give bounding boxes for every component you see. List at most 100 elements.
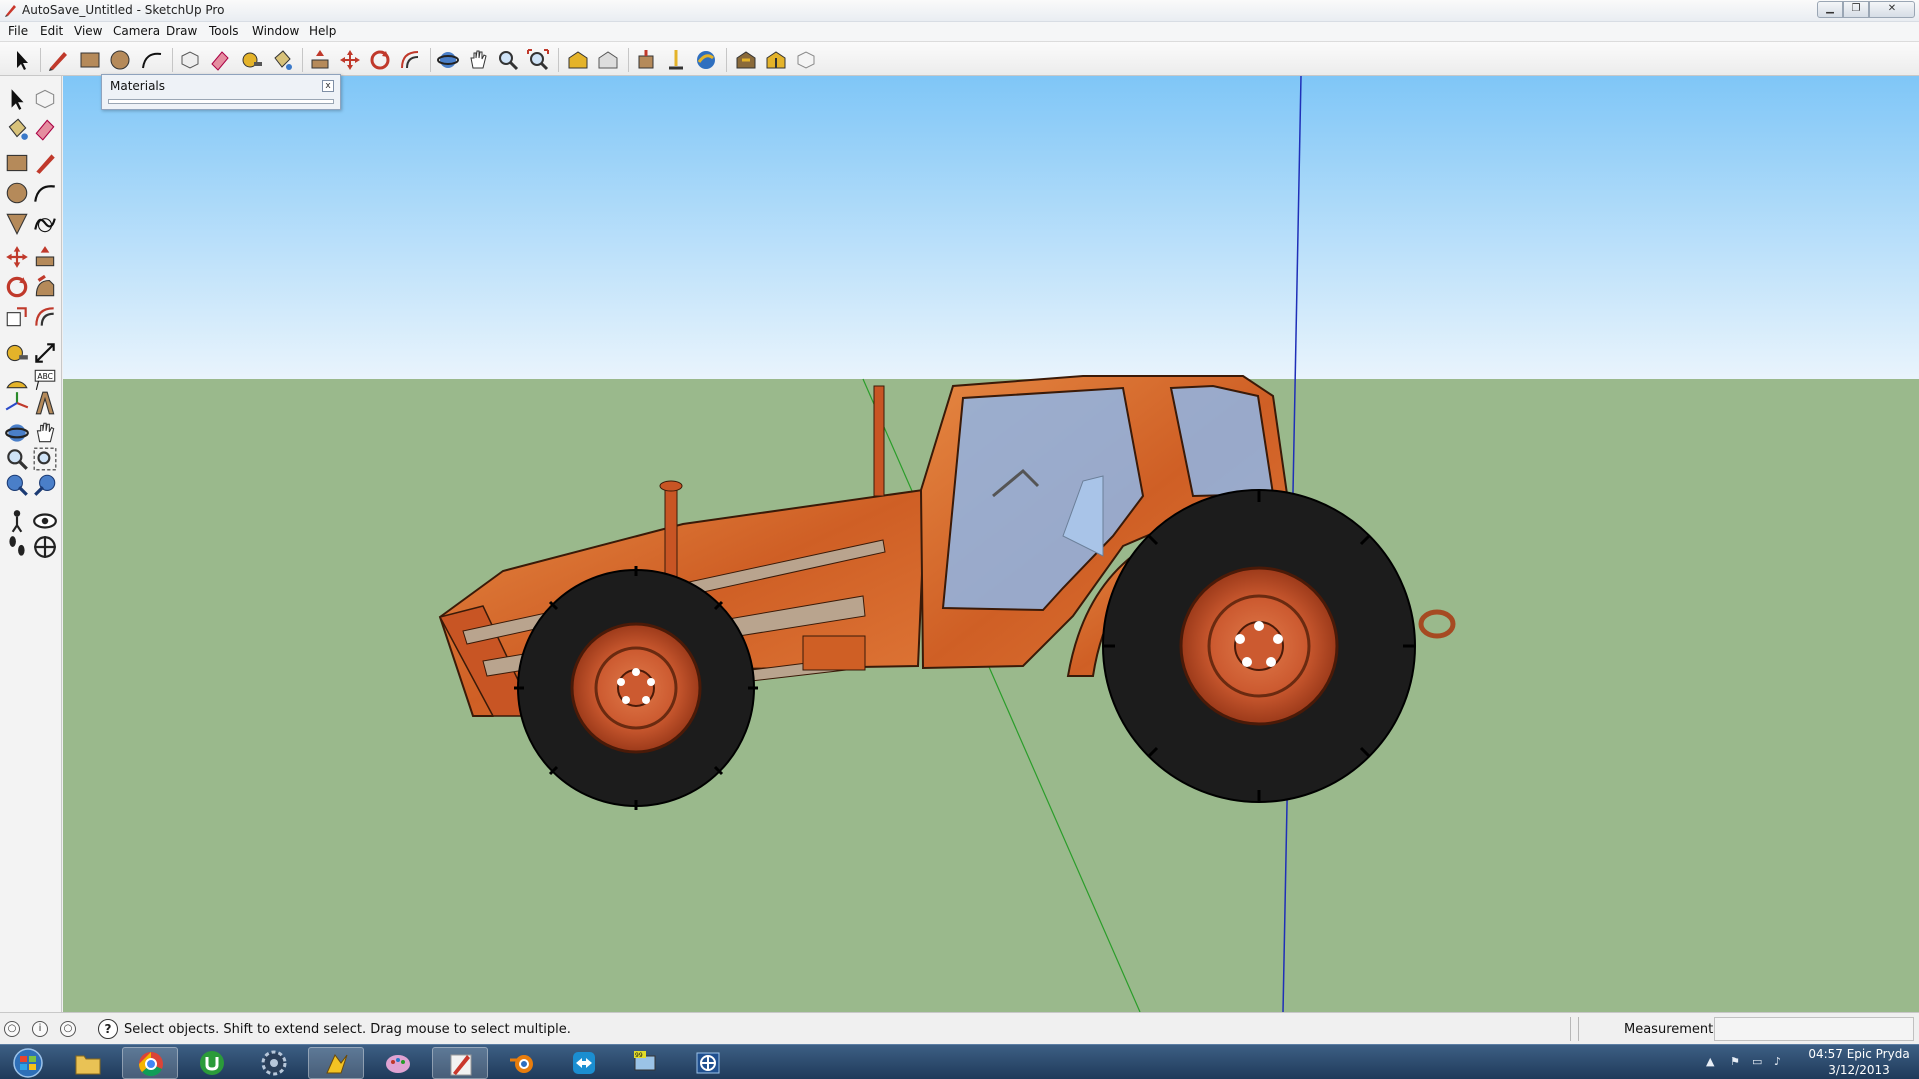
scale-icon[interactable]	[4, 304, 30, 330]
layout-icon[interactable]	[794, 48, 818, 72]
tape-measure-icon[interactable]	[4, 340, 30, 366]
zoom-extents-icon[interactable]	[526, 48, 550, 72]
make-component-icon[interactable]	[178, 48, 202, 72]
zoom-icon[interactable]	[4, 446, 30, 472]
paint-icon[interactable]	[370, 1047, 426, 1079]
menu-view[interactable]: View	[74, 24, 102, 38]
select-icon[interactable]	[10, 48, 34, 72]
component-icon[interactable]	[634, 48, 658, 72]
select-icon[interactable]	[4, 86, 30, 112]
zoom-icon[interactable]	[496, 48, 520, 72]
axes-icon[interactable]	[4, 390, 30, 416]
menu-file[interactable]: File	[8, 24, 28, 38]
rectangle-icon[interactable]	[4, 150, 30, 176]
show-hidden-icons-icon[interactable]: ▲	[1706, 1055, 1714, 1068]
windows-explorer-icon[interactable]	[60, 1047, 116, 1079]
rotate-icon[interactable]	[4, 274, 30, 300]
user-icon[interactable]: ○	[60, 1021, 76, 1037]
action-center-icon[interactable]: ⚑	[1730, 1055, 1740, 1068]
polygon-icon[interactable]	[4, 210, 30, 236]
winamp-icon[interactable]	[308, 1047, 364, 1079]
steam-icon[interactable]	[246, 1047, 302, 1079]
position-camera-icon[interactable]	[664, 48, 688, 72]
3d-text-icon[interactable]	[32, 390, 58, 416]
circle-icon[interactable]	[4, 180, 30, 206]
help-icon[interactable]: ?	[98, 1019, 118, 1039]
menu-edit[interactable]: Edit	[40, 24, 63, 38]
eraser-icon[interactable]	[32, 116, 58, 142]
freehand-icon[interactable]	[32, 210, 58, 236]
model-viewport[interactable]	[63, 76, 1919, 1012]
menu-window[interactable]: Window	[252, 24, 299, 38]
measurements-input[interactable]	[1714, 1017, 1914, 1041]
circle-icon[interactable]	[108, 48, 132, 72]
sketchup-icon[interactable]	[432, 1047, 488, 1079]
warehouse-icon[interactable]	[566, 48, 590, 72]
menu-tools[interactable]: Tools	[209, 24, 239, 38]
section-plane-icon[interactable]	[32, 534, 58, 560]
move-icon[interactable]	[338, 48, 362, 72]
network-icon[interactable]	[680, 1047, 736, 1079]
menu-draw[interactable]: Draw	[166, 24, 197, 38]
menu-help[interactable]: Help	[309, 24, 336, 38]
rear-wheel	[1102, 489, 1416, 803]
menu-camera[interactable]: Camera	[113, 24, 160, 38]
push-pull-icon[interactable]	[308, 48, 332, 72]
push-pull-icon[interactable]	[32, 244, 58, 270]
orbit-icon[interactable]	[436, 48, 460, 72]
status-hint: Select objects. Shift to extend select. …	[124, 1022, 571, 1037]
arc-icon[interactable]	[32, 180, 58, 206]
blender-icon[interactable]	[494, 1047, 550, 1079]
close-button[interactable]: ✕	[1869, 1, 1915, 18]
rectangle-icon[interactable]	[78, 48, 102, 72]
start-orb-icon[interactable]	[6, 1047, 50, 1079]
move-icon[interactable]	[4, 244, 30, 270]
google-earth-icon[interactable]	[694, 48, 718, 72]
paint-bucket-icon[interactable]	[4, 116, 30, 142]
network-tray-icon[interactable]: ▭	[1752, 1055, 1762, 1068]
text-icon[interactable]: ABC	[32, 366, 58, 392]
offset-icon[interactable]	[32, 304, 58, 330]
dimension-icon[interactable]	[32, 340, 58, 366]
teamviewer-icon[interactable]	[556, 1047, 612, 1079]
previous-view-icon[interactable]	[4, 472, 30, 498]
geo-location-icon[interactable]: ○	[4, 1021, 20, 1037]
pan-icon[interactable]	[466, 48, 490, 72]
next-view-icon[interactable]	[32, 472, 58, 498]
position-camera-icon[interactable]	[4, 508, 30, 534]
clock-time[interactable]: 04:57 Epic Pryda	[1804, 1047, 1914, 1061]
walk-icon[interactable]	[4, 534, 30, 560]
chrome-icon[interactable]	[122, 1047, 178, 1079]
offset-icon[interactable]	[398, 48, 422, 72]
make-component-icon[interactable]	[32, 86, 58, 112]
look-around-icon[interactable]	[32, 508, 58, 534]
status-divider	[1578, 1017, 1579, 1041]
materials-panel[interactable]: Materials x	[101, 74, 341, 110]
utorrent-icon[interactable]	[184, 1047, 240, 1079]
eraser-icon[interactable]	[208, 48, 232, 72]
arc-icon[interactable]	[140, 48, 164, 72]
windows-taskbar: 99 ▲ ⚑ ▭ ♪ 04:57 Epic Pryda 3/12/2013	[0, 1044, 1919, 1079]
maximize-button[interactable]: ❐	[1843, 1, 1869, 18]
rotate-icon[interactable]	[368, 48, 392, 72]
monitor-icon[interactable]: 99	[618, 1047, 674, 1079]
share-component-icon[interactable]	[764, 48, 788, 72]
paint-bucket-icon[interactable]	[270, 48, 294, 72]
share-model-icon[interactable]	[596, 48, 620, 72]
line-icon[interactable]	[32, 150, 58, 176]
volume-icon[interactable]: ♪	[1774, 1055, 1781, 1068]
zoom-window-icon[interactable]	[32, 446, 58, 472]
minimize-button[interactable]: ▁	[1817, 1, 1843, 18]
svg-text:99: 99	[635, 1052, 643, 1059]
pencil-icon[interactable]	[46, 48, 70, 72]
materials-collapse-bar[interactable]	[108, 99, 334, 104]
follow-me-icon[interactable]	[32, 274, 58, 300]
tape-measure-icon[interactable]	[240, 48, 264, 72]
clock-date[interactable]: 3/12/2013	[1804, 1063, 1914, 1077]
protractor-icon[interactable]	[4, 366, 30, 392]
credits-icon[interactable]: i	[32, 1021, 48, 1037]
pan-icon[interactable]	[32, 420, 58, 446]
extension-warehouse-icon[interactable]	[734, 48, 758, 72]
orbit-icon[interactable]	[4, 420, 30, 446]
materials-close-button[interactable]: x	[322, 80, 334, 92]
